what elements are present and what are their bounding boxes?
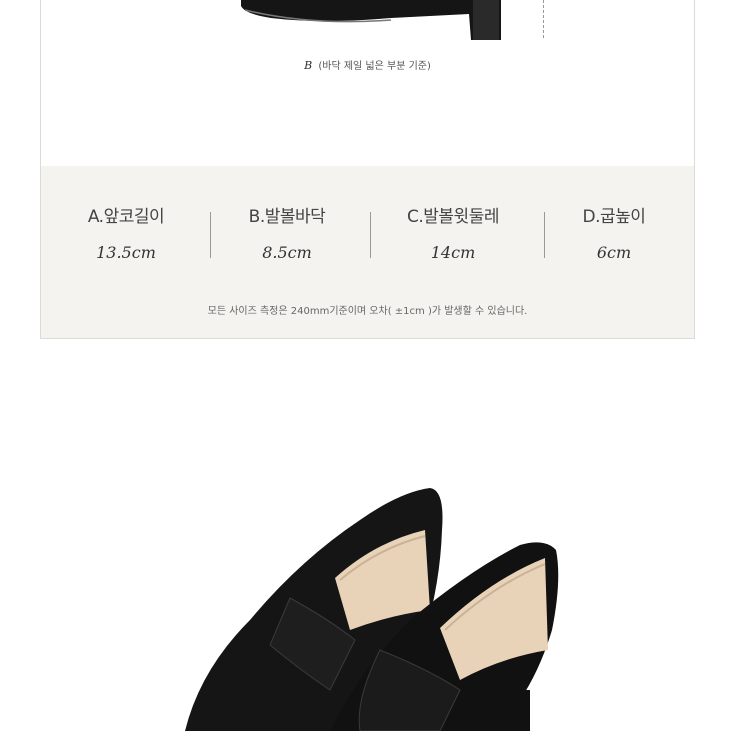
size-spec-panel: B (바닥 제일 넓은 부분 기준) A.앞코길이 13.5cm B.발볼바닥 … [40, 0, 695, 339]
loafer-pumps-product-image [185, 488, 559, 731]
measurement-toe-length: A.앞코길이 13.5cm [56, 202, 196, 262]
measurement-ball-width: B.발볼바닥 8.5cm [217, 202, 357, 262]
shoe-side-view-image [241, 0, 501, 40]
measurement-label: A.앞코길이 [87, 207, 165, 227]
divider [210, 212, 211, 258]
caption-b: B (바닥 제일 넓은 부분 기준) [41, 57, 694, 72]
height-dimension-line [543, 0, 544, 38]
measurement-value: 13.5cm [96, 243, 156, 262]
measurement-value: 6cm [596, 243, 632, 262]
measurement-value: 8.5cm [262, 243, 312, 262]
measurement-label: B.발볼바닥 [248, 207, 326, 227]
divider [370, 212, 371, 258]
measurement-ball-girth: C.발볼윗둘레 14cm [383, 202, 523, 262]
caption-text: (바닥 제일 넓은 부분 기준) [318, 61, 431, 72]
measurement-label: C.발볼윗둘레 [407, 207, 499, 227]
measurement-label: D.굽높이 [582, 207, 646, 227]
measurement-heel-height: D.굽높이 6cm [544, 202, 684, 262]
measurement-value: 14cm [430, 243, 476, 262]
caption-letter: B [304, 59, 313, 72]
measurement-note: 모든 사이즈 측정은 240mm기준이며 오차( ±1cm )가 발생할 수 있… [207, 306, 528, 317]
